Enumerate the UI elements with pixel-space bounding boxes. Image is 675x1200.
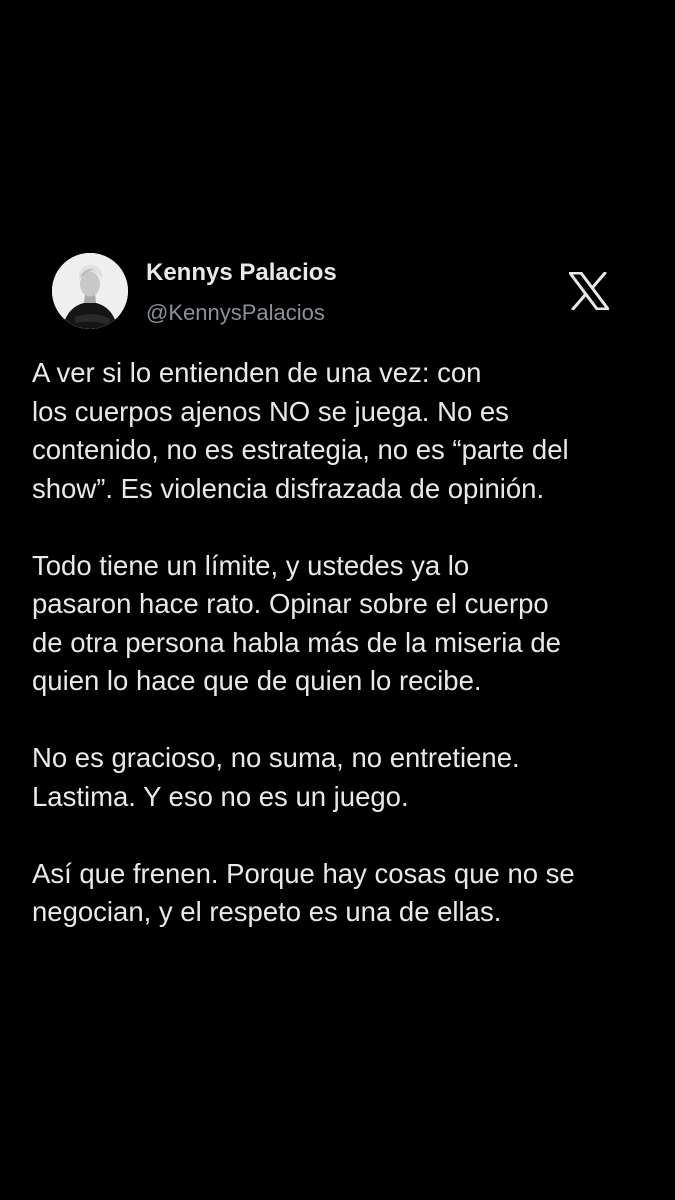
text-line: No es gracioso, no suma, no entretiene. bbox=[32, 742, 520, 773]
avatar[interactable] bbox=[52, 253, 128, 329]
author-handle[interactable]: @KennysPalacios bbox=[146, 300, 325, 326]
post-paragraph: Así que frenen. Porque hay cosas que no … bbox=[32, 855, 657, 932]
avatar-photo-icon bbox=[52, 253, 128, 329]
text-line: Así que frenen. Porque hay cosas que no … bbox=[32, 857, 575, 889]
text-line: negocian, y el respeto es una de ellas. bbox=[32, 896, 502, 927]
post-text: A ver si lo entienden de una vez: con lo… bbox=[32, 354, 657, 970]
post-paragraph: A ver si lo entienden de una vez: con lo… bbox=[32, 354, 657, 508]
post-paragraph: Todo tiene un límite, y ustedes ya lo pa… bbox=[32, 547, 657, 701]
text-line: de otra persona habla más de la miseria … bbox=[32, 626, 561, 658]
text-line: quien lo hace que de quien lo recibe. bbox=[32, 665, 482, 696]
post-paragraph: No es gracioso, no suma, no entretiene. … bbox=[32, 739, 657, 816]
text-line: Todo tiene un límite, y ustedes ya lo bbox=[32, 549, 470, 581]
text-line: los cuerpos ajenos NO se juega. No es bbox=[32, 395, 509, 427]
text-line: A ver si lo entienden de una vez: con bbox=[32, 357, 482, 388]
text-line: show”. Es violencia disfrazada de opinió… bbox=[32, 472, 545, 504]
text-line: Lastima. Y eso no es un juego. bbox=[32, 780, 409, 812]
post-header: Kennys Palacios @KennysPalacios bbox=[52, 253, 632, 329]
x-logo-icon bbox=[569, 272, 609, 310]
author-name[interactable]: Kennys Palacios bbox=[146, 259, 337, 287]
text-line: pasaron hace rato. Opinar sobre el cuerp… bbox=[32, 588, 549, 619]
text-line: contenido, no es estrategia, no es “part… bbox=[32, 434, 569, 465]
